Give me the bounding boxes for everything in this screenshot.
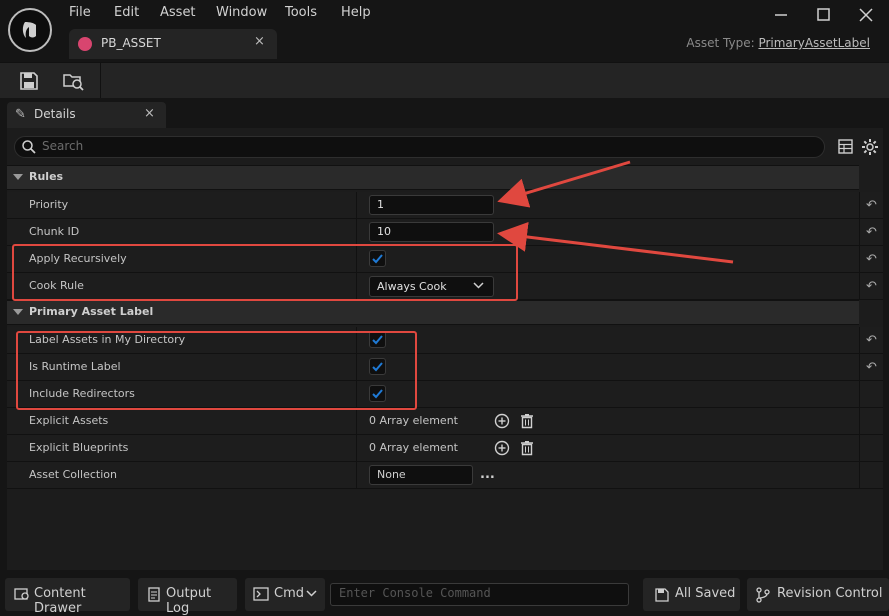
console-placeholder: Enter Console Command bbox=[339, 586, 491, 600]
content-drawer-button[interactable]: Content Drawer bbox=[5, 578, 130, 616]
chevron-down-icon bbox=[306, 588, 317, 603]
output-log-label: Output Log bbox=[166, 586, 212, 616]
output-log-button[interactable]: Output Log bbox=[138, 578, 237, 616]
save-all-icon bbox=[654, 587, 669, 602]
revision-control-label: Revision Control bbox=[777, 586, 883, 601]
content-drawer-icon bbox=[14, 587, 29, 601]
cmd-label: Cmd bbox=[274, 586, 304, 601]
terminal-icon bbox=[253, 587, 269, 601]
revision-control-icon bbox=[755, 587, 770, 603]
all-saved-button[interactable]: All Saved bbox=[643, 578, 740, 611]
revision-control-button[interactable]: Revision Control bbox=[747, 578, 889, 611]
content-drawer-label: Content Drawer bbox=[34, 586, 86, 616]
all-saved-label: All Saved bbox=[675, 586, 736, 601]
annotation-arrows bbox=[497, 160, 734, 264]
cmd-dropdown[interactable]: Cmd bbox=[245, 578, 325, 611]
annotation-arrow bbox=[497, 160, 631, 208]
console-command-input[interactable]: Enter Console Command bbox=[330, 583, 629, 606]
output-log-icon bbox=[147, 587, 161, 602]
annotation-arrow bbox=[497, 222, 734, 264]
